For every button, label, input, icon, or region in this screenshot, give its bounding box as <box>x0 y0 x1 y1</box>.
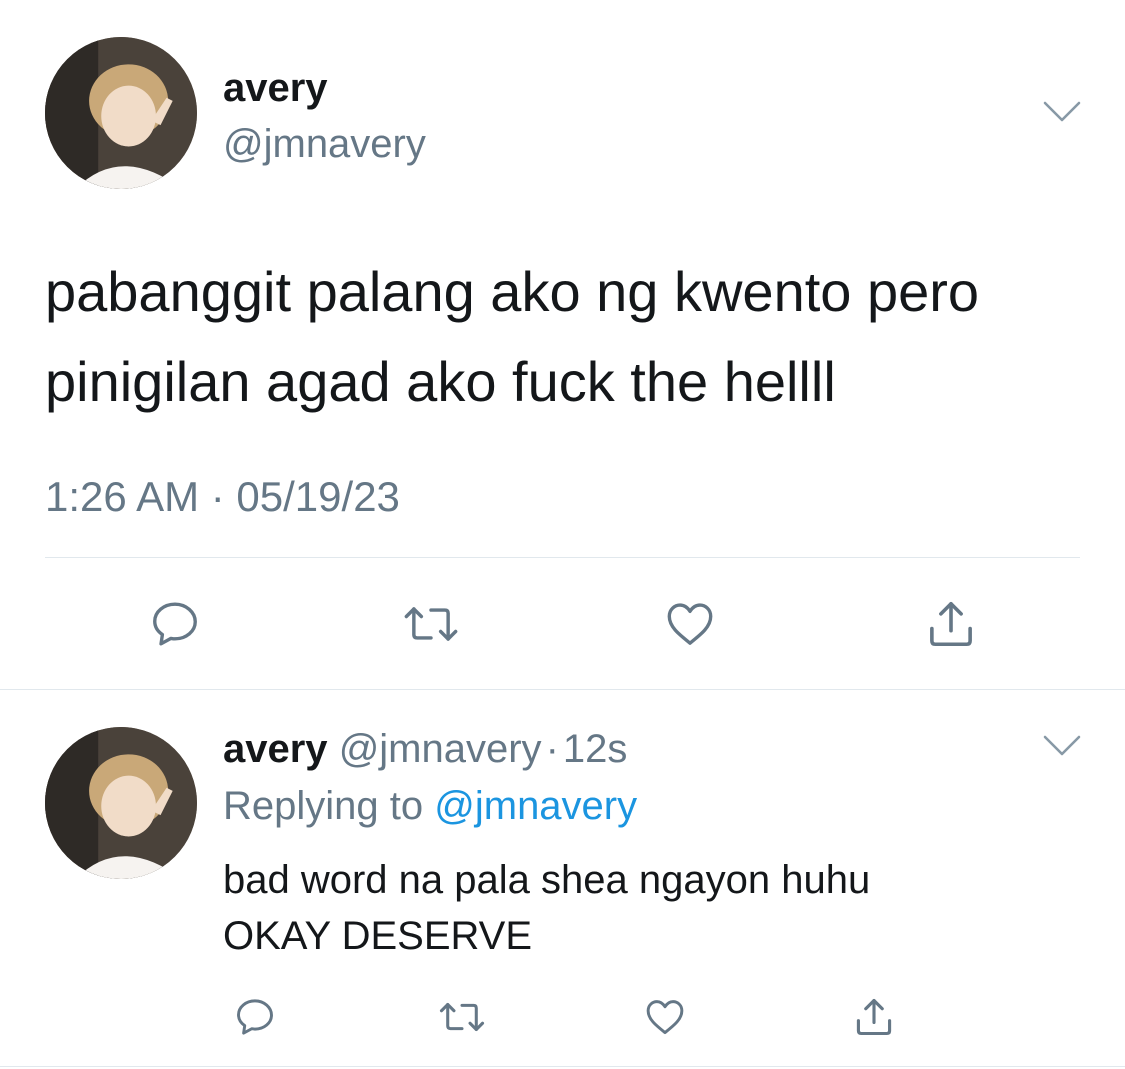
reply-header: avery @jmnavery · 12s <box>223 726 627 772</box>
reply-text-line-1: bad word na pala shea ngayon huhu <box>223 858 871 902</box>
divider <box>0 1066 1125 1067</box>
share-icon <box>930 601 972 647</box>
replying-to: Replying to @jmnavery <box>223 783 637 829</box>
retweet-button[interactable] <box>430 985 494 1049</box>
avatar[interactable] <box>45 37 197 189</box>
avatar[interactable] <box>45 727 197 879</box>
replying-to-label: Replying to <box>223 784 424 828</box>
retweet-button[interactable] <box>399 592 463 656</box>
more-options-button[interactable] <box>1042 99 1082 130</box>
chevron-down-icon <box>1043 101 1081 122</box>
avatar-photo <box>45 37 197 189</box>
avatar-photo <box>45 727 197 879</box>
retweet-icon <box>404 607 458 641</box>
replying-to-handle[interactable]: @jmnavery <box>434 784 637 828</box>
share-icon <box>856 998 892 1036</box>
like-button[interactable] <box>633 985 697 1049</box>
like-icon <box>646 1000 684 1035</box>
more-options-button[interactable] <box>1042 733 1082 764</box>
like-button[interactable] <box>658 592 722 656</box>
reply-button[interactable] <box>223 985 287 1049</box>
reply-icon <box>237 999 273 1035</box>
share-button[interactable] <box>842 985 906 1049</box>
chevron-down-icon <box>1043 735 1081 756</box>
tweet-text-line-1: pabanggit palang ako ng kwento pero <box>45 260 980 323</box>
divider <box>45 557 1080 558</box>
reply-author-name[interactable]: avery <box>223 727 328 771</box>
reply-button[interactable] <box>143 592 207 656</box>
separator-dot: · <box>545 727 559 771</box>
share-button[interactable] <box>919 592 983 656</box>
reply-author-handle[interactable]: @jmnavery <box>339 727 542 771</box>
tweet-timestamp[interactable]: 1:26 AM · 05/19/23 <box>45 472 400 522</box>
divider <box>0 689 1125 690</box>
reply-text: bad word na pala shea ngayon huhu OKAY D… <box>223 852 870 964</box>
reply-text-line-2: OKAY DESERVE <box>223 914 533 958</box>
reply-icon <box>153 602 197 646</box>
author-handle[interactable]: @jmnavery <box>223 121 426 167</box>
tweet-text-line-2: pinigilan agad ako fuck the hellll <box>45 350 836 413</box>
like-icon <box>667 603 713 645</box>
reply-age[interactable]: 12s <box>563 727 628 771</box>
retweet-icon <box>439 1002 485 1032</box>
tweet-text: pabanggit palang ako ng kwento pero pini… <box>45 247 979 427</box>
author-name[interactable]: avery <box>223 65 328 111</box>
